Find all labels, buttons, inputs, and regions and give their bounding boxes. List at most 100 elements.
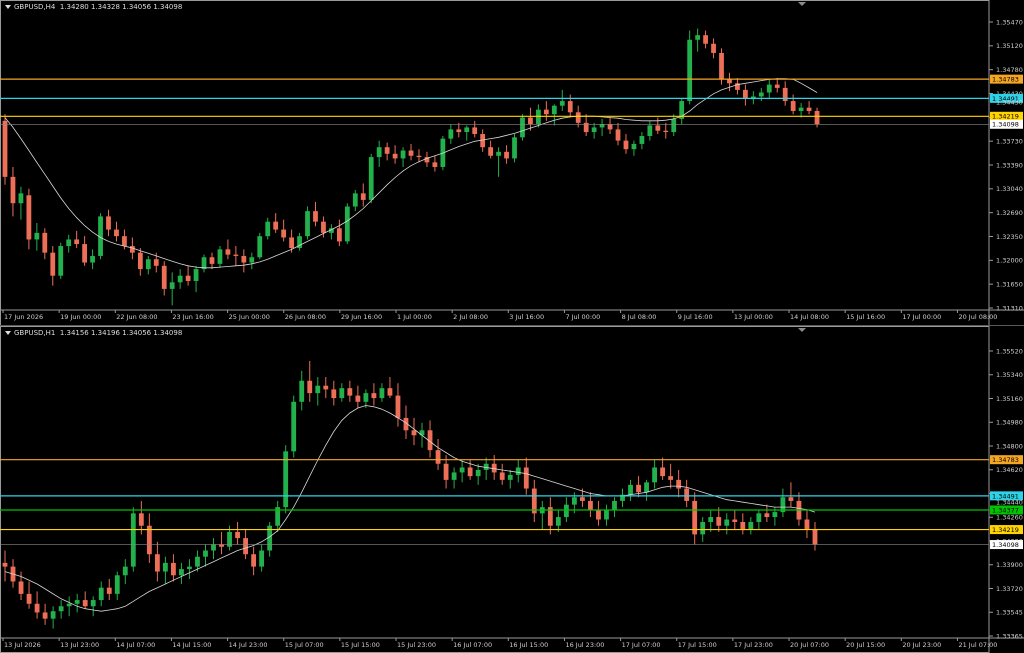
candle-body [700,522,706,535]
time-tick-label: 26 Jun 08:00 [285,313,326,321]
candle-body [400,150,406,159]
candle-body [443,463,449,480]
candle-body [145,259,151,270]
candle-body [408,150,414,156]
yellow-level-price-label: 1.34219 [992,526,1019,534]
candle-body [347,388,353,396]
candle-body [169,282,175,289]
candle-body [591,127,597,133]
candle-body [387,388,393,396]
candle-body [243,538,248,555]
candle-body [806,107,812,111]
collapse-triangle-icon[interactable] [5,5,11,9]
candle-body [563,504,569,518]
candle-body [543,109,549,115]
candle-body [703,35,708,44]
candle-body [138,513,144,526]
candle-body [153,259,159,266]
time-tick-label: 21 Jul 07:00 [958,641,997,649]
candle-body [687,39,693,102]
price-tick-label: 1.35160 [996,395,1023,403]
candle-body [185,275,191,281]
time-tick-label: 17 Jul 23:00 [734,641,773,649]
candle-body [567,101,573,113]
h1-chart-panel[interactable]: 1.35520 1.35340 1.35160 1.34980 1.34800 1.346… [0,326,1024,653]
candle-body [114,575,120,594]
price-tick-label: 1.34800 [996,442,1023,450]
candle-body [26,195,32,240]
candle-body [257,236,263,258]
candle-body [448,129,454,139]
candle-body [114,229,119,237]
time-tick-label: 14 Jul 08:00 [790,313,829,321]
candle-body [512,137,517,159]
price-tick-label: 1.33365 [996,632,1023,640]
candle-body [684,488,690,501]
candle-body [812,529,818,545]
time-tick-label: 8 Jul 08:00 [622,313,657,321]
candle-body [695,35,701,40]
candle-body [711,43,716,53]
green-level-price-label: 1.34377 [992,506,1019,514]
h4-chart-panel[interactable]: 1.354701.351201.347801.344301.340801.337… [0,0,1024,326]
candle-body [671,118,677,133]
time-tick-label: 20 Jul 08:00 [958,313,997,321]
candle-body [708,517,714,522]
candle-body [209,257,215,264]
candle-body [788,497,794,501]
price-tick-label: 1.34260 [996,514,1023,522]
candle-body [392,153,398,159]
candle-body [748,522,754,530]
yellow-level-price-label: 1.34219 [992,113,1019,121]
candle-body [339,388,345,399]
candle-body [716,517,722,526]
h4-symbol-timeframe: GBPUSD,H4 [14,3,56,11]
candle-body [225,249,231,255]
h4-chart-header: GBPUSD,H4 1.34280 1.34328 1.34056 1.3409… [5,3,182,11]
chart-frame [0,0,990,326]
candle-body [395,395,401,418]
time-tick-label: 20 Jul 23:00 [902,641,941,649]
candle-body [488,147,494,156]
candle-body [179,569,184,576]
candle-body [456,129,462,133]
candle-body [636,484,641,493]
candle-body [265,221,271,237]
candle-body [217,249,223,264]
candle-body [106,587,112,594]
candle-body [596,509,601,520]
candle-body [98,587,104,601]
candle-body [520,117,525,138]
candle-body [451,472,457,480]
candle-body [764,513,770,518]
candle-body [130,513,136,567]
candle-body [732,519,738,522]
candle-body [235,531,240,539]
candle-body [580,497,585,501]
collapse-triangle-icon[interactable] [5,331,11,335]
candle-body [323,385,329,390]
candle-body [740,522,746,530]
candle-body [464,127,470,133]
time-tick-label: 13 Jul 23:00 [60,641,99,649]
h4-chart-canvas[interactable]: 1.354701.351201.347801.344301.340801.337… [0,0,1024,326]
candle-body [772,512,778,518]
shift-marker-icon [798,328,806,332]
h1-chart-canvas[interactable]: 1.35520 1.35340 1.35160 1.34980 1.34800 1.346… [0,326,1024,653]
candle-body [291,401,297,452]
candle-body [18,581,24,594]
candle-body [162,562,168,572]
candle-body [122,236,127,247]
candle-body [631,143,637,150]
candle-body [122,566,128,576]
time-tick-label: 15 Jul 07:00 [285,641,324,649]
candle-body [472,127,478,135]
h4-ohlc-values: 1.34280 1.34328 1.34056 1.34098 [59,3,183,11]
time-tick-label: 15 Jul 23:00 [397,641,436,649]
candle-body [676,479,682,489]
candle-body [628,484,633,495]
candle-body [203,550,208,557]
price-tick-label: 1.35120 [996,42,1023,50]
candle-body [504,151,509,159]
candle-body [241,255,247,263]
